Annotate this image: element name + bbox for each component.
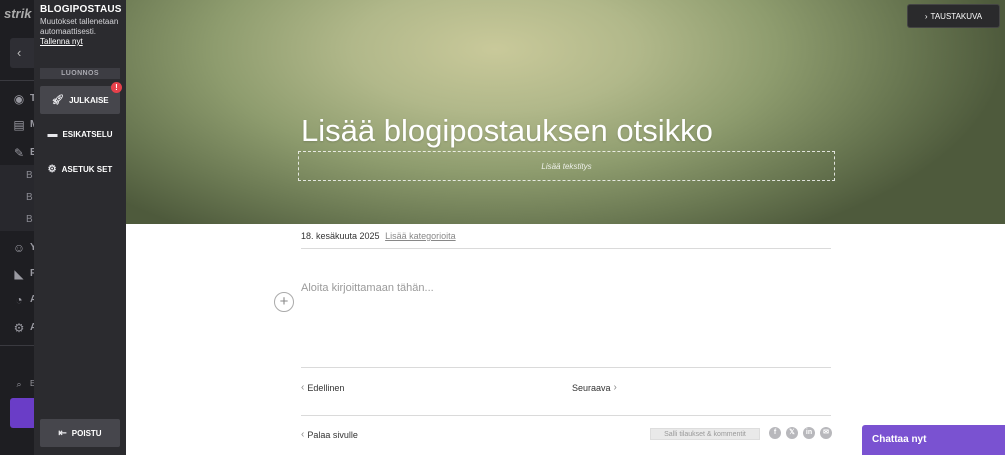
background-image-label: TAUSTAKUVA <box>930 11 983 21</box>
hero-header: › TAUSTAKUVA Lisää blogipostauksen otsik… <box>126 0 1005 224</box>
app-logo: strik <box>4 6 32 21</box>
post-date: 18. kesäkuuta 2025 <box>301 231 380 241</box>
chevron-right-icon: › <box>613 382 617 393</box>
app-nav-item-2[interactable]: ▤M <box>10 117 34 133</box>
app-nav-item-5[interactable]: ◣ F <box>10 266 34 282</box>
publish-button[interactable]: 🚀︎ JULKAISE <box>40 86 120 114</box>
app-primary-button[interactable] <box>10 398 34 428</box>
previous-post-link[interactable]: ‹ Edellinen <box>301 382 344 393</box>
app-sidebar: strik ‹ ◉T ▤M ✎B B B B ☺Y ◣F ◔A ⚙A ⌕ES <box>0 0 34 455</box>
app-nav-item-6[interactable]: ◔ A <box>10 292 34 308</box>
app-nav-item-4[interactable]: ☺ Y <box>10 240 34 256</box>
next-label: Seuraava <box>572 382 611 393</box>
add-category-link[interactable]: Lisää kategorioita <box>385 231 456 241</box>
settings-label: ASETUK SET <box>61 164 113 174</box>
exit-icon: ⇤ <box>58 427 67 439</box>
post-title-input[interactable]: Lisää blogipostauksen otsikko <box>301 113 713 149</box>
settings-button[interactable]: ⚙ ASETUK SET <box>40 155 120 183</box>
app-sidebar-divider <box>0 345 34 346</box>
autosave-notice: Muutokset tallenetaan automaattisesti. T… <box>40 17 124 47</box>
app-sub-item-3[interactable]: B <box>0 209 34 231</box>
chat-button[interactable]: Chattaa nyt <box>862 425 1005 455</box>
previous-label: Edellinen <box>307 382 345 393</box>
chevron-left-icon: ‹ <box>301 429 305 440</box>
chevron-left-icon: ‹ <box>301 382 305 393</box>
app-nav-item-7[interactable]: ⚙ A <box>10 320 34 336</box>
exit-label: POISTU <box>71 428 102 438</box>
rocket-icon: 🚀︎ <box>51 94 65 106</box>
allow-comments-toggle[interactable]: Salli tilaukset & kommentit <box>650 428 760 440</box>
facebook-icon[interactable]: f <box>769 427 781 439</box>
divider <box>301 248 831 249</box>
chevron-right-icon: › <box>924 11 928 21</box>
app-sub-item-1[interactable]: B <box>0 165 34 187</box>
autosave-text: Muutokset tallenetaan automaattisesti. <box>40 17 119 36</box>
linkedin-icon[interactable]: in <box>803 427 815 439</box>
app-back-button[interactable]: ‹ <box>10 38 34 68</box>
warning-badge: ! <box>111 82 122 93</box>
background-image-button[interactable]: › TAUSTAKUVA <box>908 5 999 27</box>
preview-label: ESIKATSELU <box>62 129 113 139</box>
status-badge: LUONNOS <box>40 68 120 79</box>
add-block-button[interactable]: + <box>274 292 294 312</box>
gear-icon: ⚙ <box>47 163 57 175</box>
save-now-link[interactable]: Tallenna nyt <box>40 37 83 46</box>
app-sidebar-divider <box>0 80 34 81</box>
blog-editor-panel: BLOGIPOSTAUS Muutokset tallenetaan autom… <box>34 0 126 455</box>
post-body-editor[interactable]: Aloita kirjoittamaan tähän... <box>301 282 434 294</box>
preview-button[interactable]: ▬ ESIKATSELU <box>40 120 120 148</box>
post-meta: 18. kesäkuuta 2025 Lisää kategorioita <box>301 231 456 241</box>
app-nav-item-3[interactable]: ✎ B <box>10 145 34 161</box>
panel-title: BLOGIPOSTAUS <box>40 4 122 15</box>
email-icon[interactable]: ✉ <box>820 427 832 439</box>
back-label: Palaa sivulle <box>307 429 358 440</box>
app-sub-item-2[interactable]: B <box>0 187 34 209</box>
divider <box>301 367 831 368</box>
divider <box>301 415 831 416</box>
app-nav-item-1[interactable]: ◉ T <box>10 91 34 107</box>
exit-button[interactable]: ⇤ POISTU <box>40 419 120 447</box>
back-to-page-link[interactable]: ‹ Palaa sivulle <box>301 429 358 440</box>
subtitle-input[interactable]: Lisää tekstitys <box>298 151 835 181</box>
x-twitter-icon[interactable]: 𝕏 <box>786 427 798 439</box>
publish-label: JULKAISE <box>69 95 109 105</box>
next-post-link[interactable]: Seuraava › <box>572 382 617 393</box>
monitor-icon: ▬ <box>47 128 58 140</box>
app-search-icon[interactable]: ⌕ES <box>10 376 34 392</box>
